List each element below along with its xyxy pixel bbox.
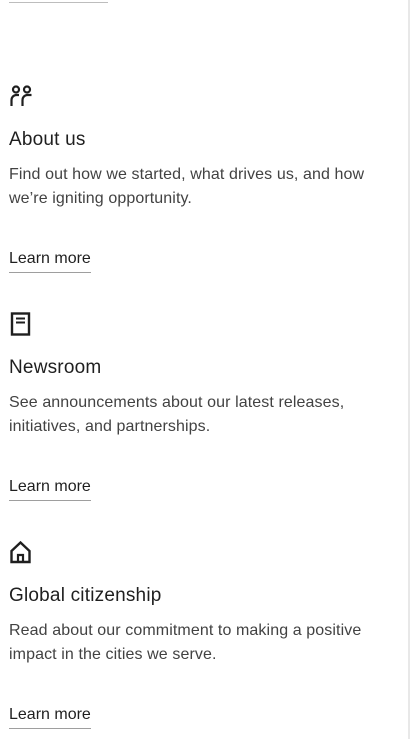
section-description: See announcements about our latest relea… xyxy=(9,394,345,435)
section-title: Newsroom xyxy=(9,357,102,378)
previous-link-underline xyxy=(9,2,108,3)
section-title: About us xyxy=(9,129,86,150)
learn-more-link-newsroom[interactable]: Learn more xyxy=(9,476,91,501)
home-icon xyxy=(9,540,35,566)
people-icon xyxy=(9,84,35,110)
section-description: Find out how we started, what drives us,… xyxy=(9,166,365,207)
document-icon xyxy=(9,312,35,338)
learn-more-link-global-citizenship[interactable]: Learn more xyxy=(9,704,91,729)
learn-more-link-about-us[interactable]: Learn more xyxy=(9,248,91,273)
section-title: Global citizenship xyxy=(9,585,162,606)
section-description: Read about our commitment to making a po… xyxy=(9,622,362,663)
